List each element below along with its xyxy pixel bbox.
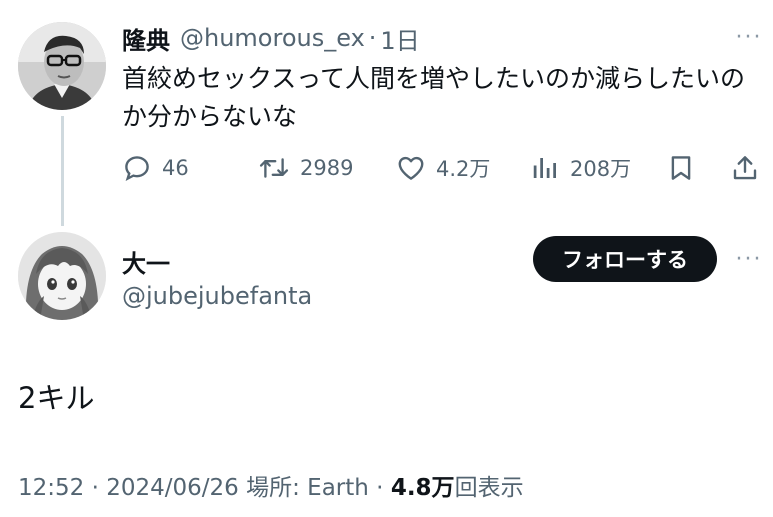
- parent-more-button[interactable]: ···: [732, 24, 766, 50]
- follow-button[interactable]: フォローする: [533, 236, 717, 282]
- reply-icon: [125, 156, 149, 182]
- views-button[interactable]: 208万: [530, 150, 631, 186]
- thread-connector-line: [61, 116, 64, 226]
- tweet-date[interactable]: 2024/06/26: [106, 475, 239, 501]
- bookmark-button[interactable]: [666, 150, 696, 186]
- parent-display-name[interactable]: 隆典: [122, 21, 170, 56]
- bookmark-icon: [671, 156, 691, 180]
- user-photo-icon: [18, 22, 106, 110]
- more-icon: ···: [735, 246, 763, 272]
- share-button[interactable]: [730, 150, 760, 186]
- parent-handle[interactable]: @humorous_ex: [180, 24, 365, 52]
- parent-timestamp[interactable]: 1日: [380, 21, 419, 56]
- main-display-name[interactable]: 大一: [122, 244, 170, 279]
- parent-avatar[interactable]: [18, 22, 106, 110]
- retweet-button[interactable]: 2989: [258, 150, 353, 186]
- tweet-time[interactable]: 12:52: [18, 475, 84, 501]
- heart-icon: [398, 156, 424, 180]
- tweet-views-count: 4.8万: [390, 475, 455, 501]
- parent-time-separator: ·: [368, 24, 377, 52]
- tweet-meta: 12:52 · 2024/06/26 場所: Earth · 4.8万回表示: [18, 468, 524, 502]
- tweet-detail-page: 隆典 @humorous_ex · 1日 ··· 首絞めセックスって人間を増やし…: [0, 0, 773, 517]
- retweet-icon: [259, 158, 289, 178]
- main-avatar[interactable]: [18, 232, 106, 320]
- anime-girl-avatar-icon: [18, 232, 106, 320]
- meta-separator: ·: [368, 475, 391, 501]
- like-button[interactable]: 4.2万: [396, 150, 490, 186]
- retweet-count: 2989: [300, 156, 354, 180]
- meta-separator: ·: [84, 475, 107, 501]
- reply-count: 46: [162, 156, 189, 180]
- reply-button[interactable]: 46: [122, 150, 189, 186]
- main-tweet-text: 2キル: [18, 381, 95, 415]
- parent-tweet-text: 首絞めセックスって人間を増やしたいのか減らしたいのか分からないな: [122, 64, 746, 131]
- like-count: 4.2万: [436, 157, 491, 181]
- tweet-location: 場所: Earth: [238, 475, 369, 501]
- analytics-icon: [533, 158, 556, 178]
- parent-tweet-header: 隆典 @humorous_ex · 1日: [122, 21, 420, 56]
- tweet-views-suffix: 回表示: [454, 475, 524, 501]
- parent-action-bar: 46 2989 4.2万 208万: [122, 150, 762, 186]
- more-icon: ···: [735, 24, 763, 50]
- share-icon: [733, 156, 757, 180]
- views-count: 208万: [570, 157, 632, 181]
- main-more-button[interactable]: ···: [732, 246, 766, 272]
- main-handle[interactable]: @jubejubefanta: [122, 282, 312, 310]
